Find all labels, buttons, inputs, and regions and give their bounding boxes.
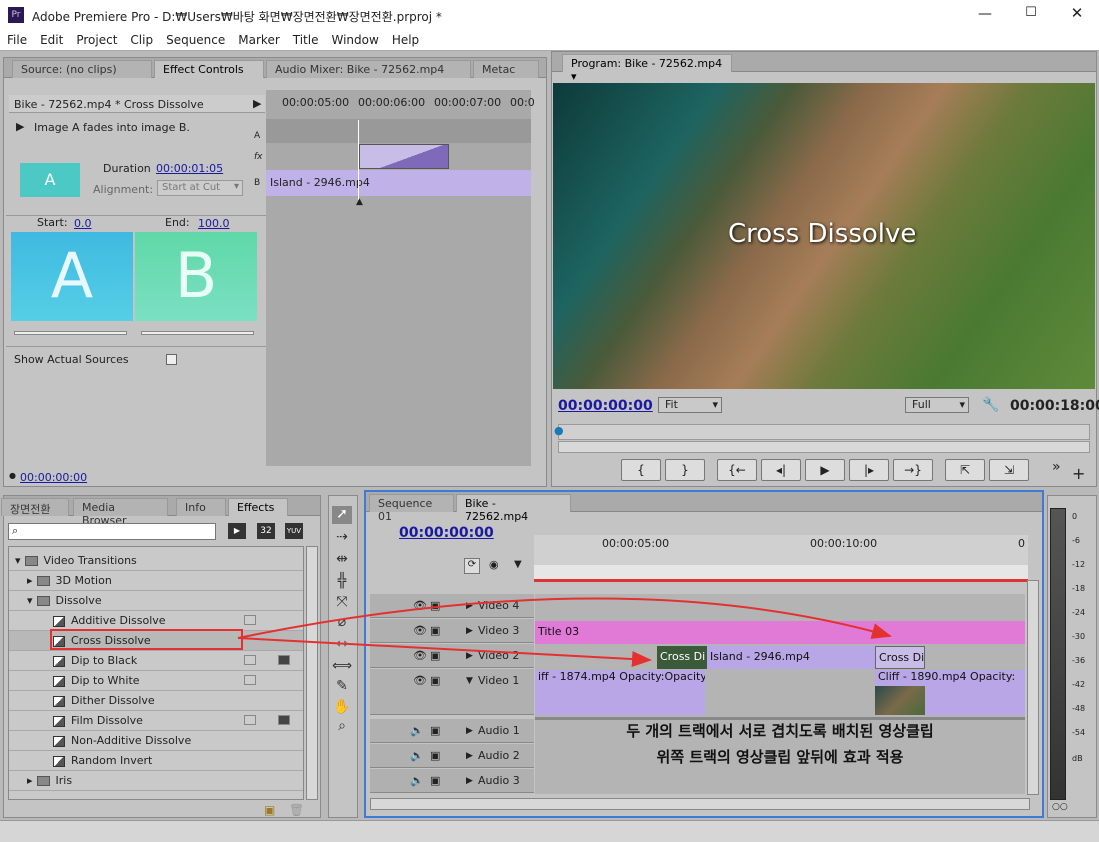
audio-meter-panel: 0 -6 -12 -18 -24 -30 -36 -42 -48 -54 dB … — [1047, 495, 1097, 818]
meter-label: 0 — [1072, 512, 1078, 521]
meter-label: -18 — [1072, 584, 1086, 593]
meter-label: -42 — [1072, 680, 1086, 689]
meter-label: -12 — [1072, 560, 1086, 569]
meter-bar — [1050, 508, 1066, 800]
meter-label: -36 — [1072, 656, 1086, 665]
meter-label: -6 — [1072, 536, 1080, 545]
meter-label: -24 — [1072, 608, 1086, 617]
annotation-arrows — [237, 597, 892, 668]
solo-buttons-icon[interactable]: ○○ — [1052, 802, 1068, 812]
status-bar — [0, 820, 1099, 842]
meter-label: -30 — [1072, 632, 1086, 641]
meter-label: -48 — [1072, 704, 1086, 713]
meter-label: dB — [1072, 754, 1083, 763]
meter-label: -54 — [1072, 728, 1086, 737]
